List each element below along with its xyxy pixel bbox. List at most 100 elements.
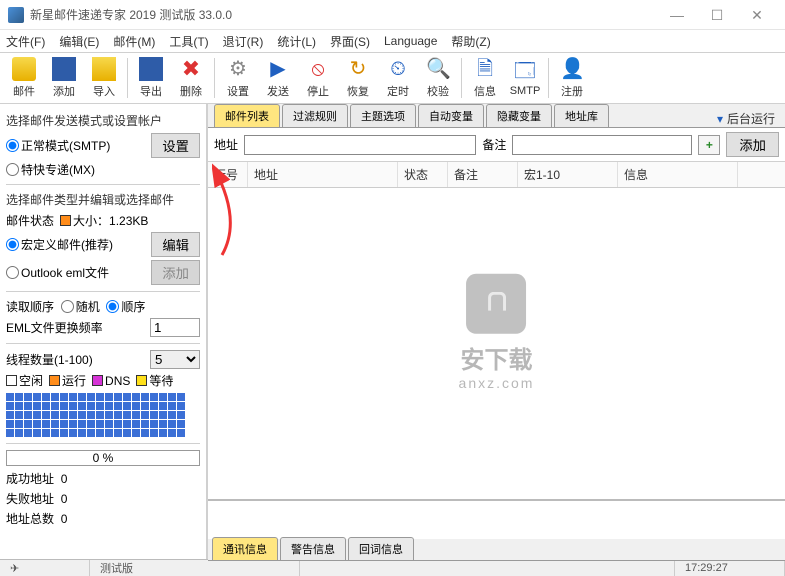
toolbar-发送[interactable]: ▶发送: [258, 53, 298, 103]
address-input-row: 地址 备注 + 添加: [208, 128, 785, 162]
threads-select[interactable]: 5: [150, 350, 200, 369]
titlebar: 新星邮件速递专家 2019 测试版 33.0.0 — ☐ ✕: [0, 0, 785, 30]
bottom-log-panel: 通讯信息警告信息回词信息: [208, 499, 785, 559]
read-order-label: 读取顺序: [6, 298, 54, 315]
order-seq-label: 顺序: [121, 298, 145, 315]
column-header[interactable]: 宏1-10: [518, 162, 618, 187]
toolbar-icon: 👤: [560, 57, 584, 81]
app-icon: [8, 7, 24, 23]
window-title: 新星邮件速递专家 2019 测试版 33.0.0: [30, 6, 657, 23]
bottom-tab[interactable]: 回词信息: [348, 537, 414, 560]
legend-swatch: [92, 375, 103, 386]
column-header[interactable]: 行号: [208, 162, 248, 187]
table-body[interactable]: 安下载 anxz.com: [208, 188, 785, 499]
background-run[interactable]: ▾ 后台运行: [717, 110, 775, 127]
toolbar-信息[interactable]: 🗎信息: [465, 53, 505, 103]
toolbar-icon: ↻: [346, 57, 370, 81]
fail-value: 0: [61, 492, 68, 506]
legend-swatch: [49, 375, 60, 386]
menu-item[interactable]: 文件(F): [6, 33, 45, 50]
menu-item[interactable]: 邮件(M): [113, 33, 155, 50]
minimize-button[interactable]: —: [657, 1, 697, 29]
mode-mx-radio[interactable]: [6, 163, 19, 176]
menu-item[interactable]: 工具(T): [169, 33, 208, 50]
type-macro-radio[interactable]: [6, 238, 19, 251]
toolbar-添加[interactable]: 添加: [44, 53, 84, 103]
toolbar-定时[interactable]: ⏲定时: [378, 53, 418, 103]
address-label: 地址: [214, 136, 238, 153]
legend-swatch: [136, 375, 147, 386]
type-outlook-radio[interactable]: [6, 266, 19, 279]
toolbar-导入[interactable]: 导入: [84, 53, 124, 103]
total-label: 地址总数: [6, 510, 54, 527]
maximize-button[interactable]: ☐: [697, 1, 737, 29]
column-header[interactable]: 备注: [448, 162, 518, 187]
menubar: 文件(F) 编辑(E) 邮件(M) 工具(T) 退订(R) 统计(L) 界面(S) Langu…: [0, 30, 785, 52]
plus-button[interactable]: +: [698, 135, 720, 155]
menu-item[interactable]: 帮助(Z): [451, 33, 490, 50]
order-seq-radio[interactable]: [106, 300, 119, 313]
success-value: 0: [61, 472, 68, 486]
toolbar-校验[interactable]: 🔍校验: [418, 53, 458, 103]
progress-bar: 0 %: [6, 450, 200, 466]
toolbar-icon: [52, 57, 76, 81]
menu-item[interactable]: Language: [384, 34, 437, 48]
toolbar-邮件[interactable]: 邮件: [4, 53, 44, 103]
tab-5[interactable]: 地址库: [554, 104, 609, 127]
tab-2[interactable]: 主题选项: [350, 104, 416, 127]
total-value: 0: [61, 512, 68, 526]
toolbar-icon: ▶: [266, 57, 290, 81]
address-input[interactable]: [244, 135, 476, 155]
toolbar-SMTP[interactable]: 🗔SMTP: [505, 53, 545, 103]
mail-status-label: 邮件状态: [6, 212, 54, 229]
threads-label: 线程数量(1-100): [6, 351, 93, 368]
tab-1[interactable]: 过滤规则: [282, 104, 348, 127]
menu-item[interactable]: 退订(R): [223, 33, 264, 50]
close-button[interactable]: ✕: [737, 1, 777, 29]
mail-type-title: 选择邮件类型并编辑或选择邮件: [6, 191, 200, 208]
toolbar-icon: 🗎: [473, 57, 497, 81]
tab-0[interactable]: 邮件列表: [214, 104, 280, 127]
mode-mx-label: 特快专递(MX): [21, 161, 95, 178]
column-header[interactable]: 信息: [618, 162, 738, 187]
toolbar-恢复[interactable]: ↻恢复: [338, 53, 378, 103]
watermark-lock-icon: [466, 273, 526, 333]
tab-4[interactable]: 隐藏变量: [486, 104, 552, 127]
eml-freq-label: EML文件更换频率: [6, 319, 103, 336]
menu-item[interactable]: 统计(L): [277, 33, 316, 50]
success-label: 成功地址: [6, 470, 54, 487]
toolbar-停止[interactable]: ⦸停止: [298, 53, 338, 103]
toolbar-icon: ✖: [179, 57, 203, 81]
eml-freq-input[interactable]: [150, 318, 200, 337]
paperplane-icon: ✈: [10, 562, 19, 575]
column-header[interactable]: 状态: [398, 162, 448, 187]
menu-item[interactable]: 编辑(E): [59, 33, 99, 50]
status-time: 17:29:27: [675, 560, 785, 576]
bottom-tab[interactable]: 通讯信息: [212, 537, 278, 560]
toolbar-导出[interactable]: 导出: [131, 53, 171, 103]
legend-swatch: [6, 375, 17, 386]
send-mode-title: 选择邮件发送模式或设置帐户: [6, 112, 200, 129]
toolbar: 邮件添加导入导出✖删除⚙设置▶发送⦸停止↻恢复⏲定时🔍校验🗎信息🗔SMTP👤注册: [0, 52, 785, 104]
column-header[interactable]: 地址: [248, 162, 398, 187]
order-random-radio[interactable]: [61, 300, 74, 313]
settings-button[interactable]: 设置: [151, 133, 200, 158]
toolbar-删除[interactable]: ✖删除: [171, 53, 211, 103]
edit-button[interactable]: 编辑: [151, 232, 200, 257]
bottom-tab[interactable]: 警告信息: [280, 537, 346, 560]
menu-item[interactable]: 界面(S): [330, 33, 370, 50]
toolbar-icon: [12, 57, 36, 81]
tab-3[interactable]: 自动变量: [418, 104, 484, 127]
status-version: 测试版: [90, 560, 300, 576]
order-random-label: 随机: [76, 298, 100, 315]
remark-input[interactable]: [512, 135, 692, 155]
add-address-button[interactable]: 添加: [726, 132, 779, 157]
mode-smtp-radio[interactable]: [6, 139, 19, 152]
toolbar-设置[interactable]: ⚙设置: [218, 53, 258, 103]
thread-grid: [6, 393, 200, 437]
add-mail-button[interactable]: 添加: [151, 260, 200, 285]
toolbar-icon: ⏲: [386, 57, 410, 81]
type-macro-label: 宏定义邮件(推荐): [21, 236, 113, 253]
thread-legend: 空闲运行DNS等待: [6, 372, 200, 389]
toolbar-注册[interactable]: 👤注册: [552, 53, 592, 103]
